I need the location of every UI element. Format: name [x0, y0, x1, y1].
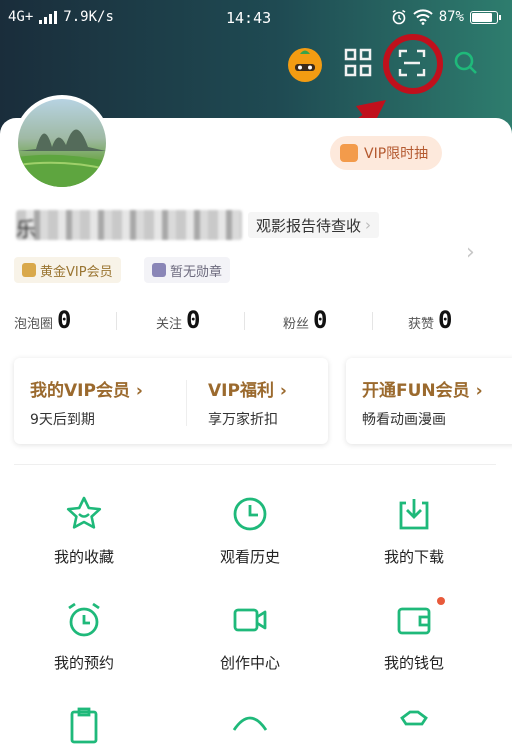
- divider: [372, 312, 373, 330]
- grid-item-partial-2[interactable]: [180, 706, 320, 746]
- fun-vip-card[interactable]: 开通FUN会员 › 畅看动画漫画: [346, 358, 512, 444]
- my-vip-entry[interactable]: 我的VIP会员 › 9天后到期: [30, 376, 143, 429]
- ticket-icon: [232, 716, 268, 731]
- signal-icon: [39, 10, 58, 24]
- medal-badge[interactable]: 暂无勋章: [144, 257, 231, 283]
- stat-followers[interactable]: 粉丝 0: [283, 306, 327, 334]
- status-bar: 4G+ 7.9K/s 14:43 87%: [0, 0, 512, 34]
- watch-report-link[interactable]: 观影报告待查收 ›: [248, 212, 380, 238]
- grid-item-partial-3[interactable]: [344, 706, 484, 746]
- vip-lottery-label: VIP限时抽: [364, 146, 429, 162]
- vip-benefits-entry[interactable]: VIP福利 › 享万家折扣: [208, 376, 287, 429]
- divider: [244, 312, 245, 330]
- grid-item-wallet[interactable]: 我的钱包: [344, 600, 484, 673]
- medal-icon: [152, 263, 166, 277]
- battery-icon: [470, 10, 501, 24]
- grid-item-creator-center[interactable]: 创作中心: [180, 600, 320, 673]
- network-speed: 7.9K/s: [63, 9, 114, 25]
- divider: [186, 380, 187, 426]
- highlight-circle: [383, 34, 443, 94]
- avatar[interactable]: [14, 95, 110, 191]
- vip-lottery-button[interactable]: VIP限时抽: [330, 136, 443, 170]
- divider: [116, 312, 117, 330]
- wallet-icon: [397, 607, 431, 635]
- crown-icon: [22, 263, 36, 277]
- clock-icon: [233, 497, 267, 531]
- stats-row: 泡泡圈 0 关注 0 粉丝 0 获赞 0: [0, 306, 512, 340]
- grid-item-history[interactable]: 观看历史: [180, 494, 320, 567]
- vip-card: 我的VIP会员 › 9天后到期 VIP福利 › 享万家折扣: [14, 358, 328, 444]
- alarm-status-icon: [392, 9, 406, 25]
- clock: 14:43: [226, 9, 272, 27]
- alarm-icon: [68, 602, 100, 637]
- gift-icon: [340, 144, 358, 162]
- battery-percent: 87%: [438, 9, 464, 25]
- stat-following[interactable]: 关注 0: [156, 306, 200, 334]
- network-type: 4G+: [8, 9, 34, 25]
- gold-vip-badge[interactable]: 黄金VIP会员: [14, 257, 121, 283]
- section-divider: [14, 464, 496, 465]
- chevron-right-icon: ›: [365, 216, 372, 234]
- notification-dot: [437, 597, 445, 605]
- gold-vip-label: 黄金VIP会员: [40, 264, 113, 280]
- star-icon: [66, 496, 102, 529]
- grid-item-downloads[interactable]: 我的下载: [344, 494, 484, 567]
- grid-item-reservations[interactable]: 我的预约: [14, 600, 154, 673]
- qr-code-icon[interactable]: [344, 48, 372, 82]
- wifi-icon: [413, 9, 433, 25]
- stat-likes[interactable]: 获赞 0: [408, 306, 452, 334]
- search-icon[interactable]: [452, 48, 480, 82]
- username: 乐: [16, 210, 242, 241]
- shirt-icon: [400, 710, 428, 726]
- stat-bubble-circle[interactable]: 泡泡圈 0: [14, 306, 71, 334]
- watch-report-label: 观影报告待查收: [256, 216, 362, 235]
- download-icon: [399, 499, 429, 530]
- fun-vip-entry[interactable]: 开通FUN会员 › 畅看动画漫画: [362, 376, 483, 429]
- clipboard-icon: [70, 707, 98, 744]
- medal-label: 暂无勋章: [170, 264, 223, 280]
- video-camera-icon: [233, 608, 267, 632]
- profile-chevron-icon[interactable]: ›: [466, 240, 475, 265]
- mascot-icon[interactable]: [288, 48, 322, 82]
- grid-item-partial-1[interactable]: [14, 706, 154, 746]
- grid-item-favorites[interactable]: 我的收藏: [14, 494, 154, 567]
